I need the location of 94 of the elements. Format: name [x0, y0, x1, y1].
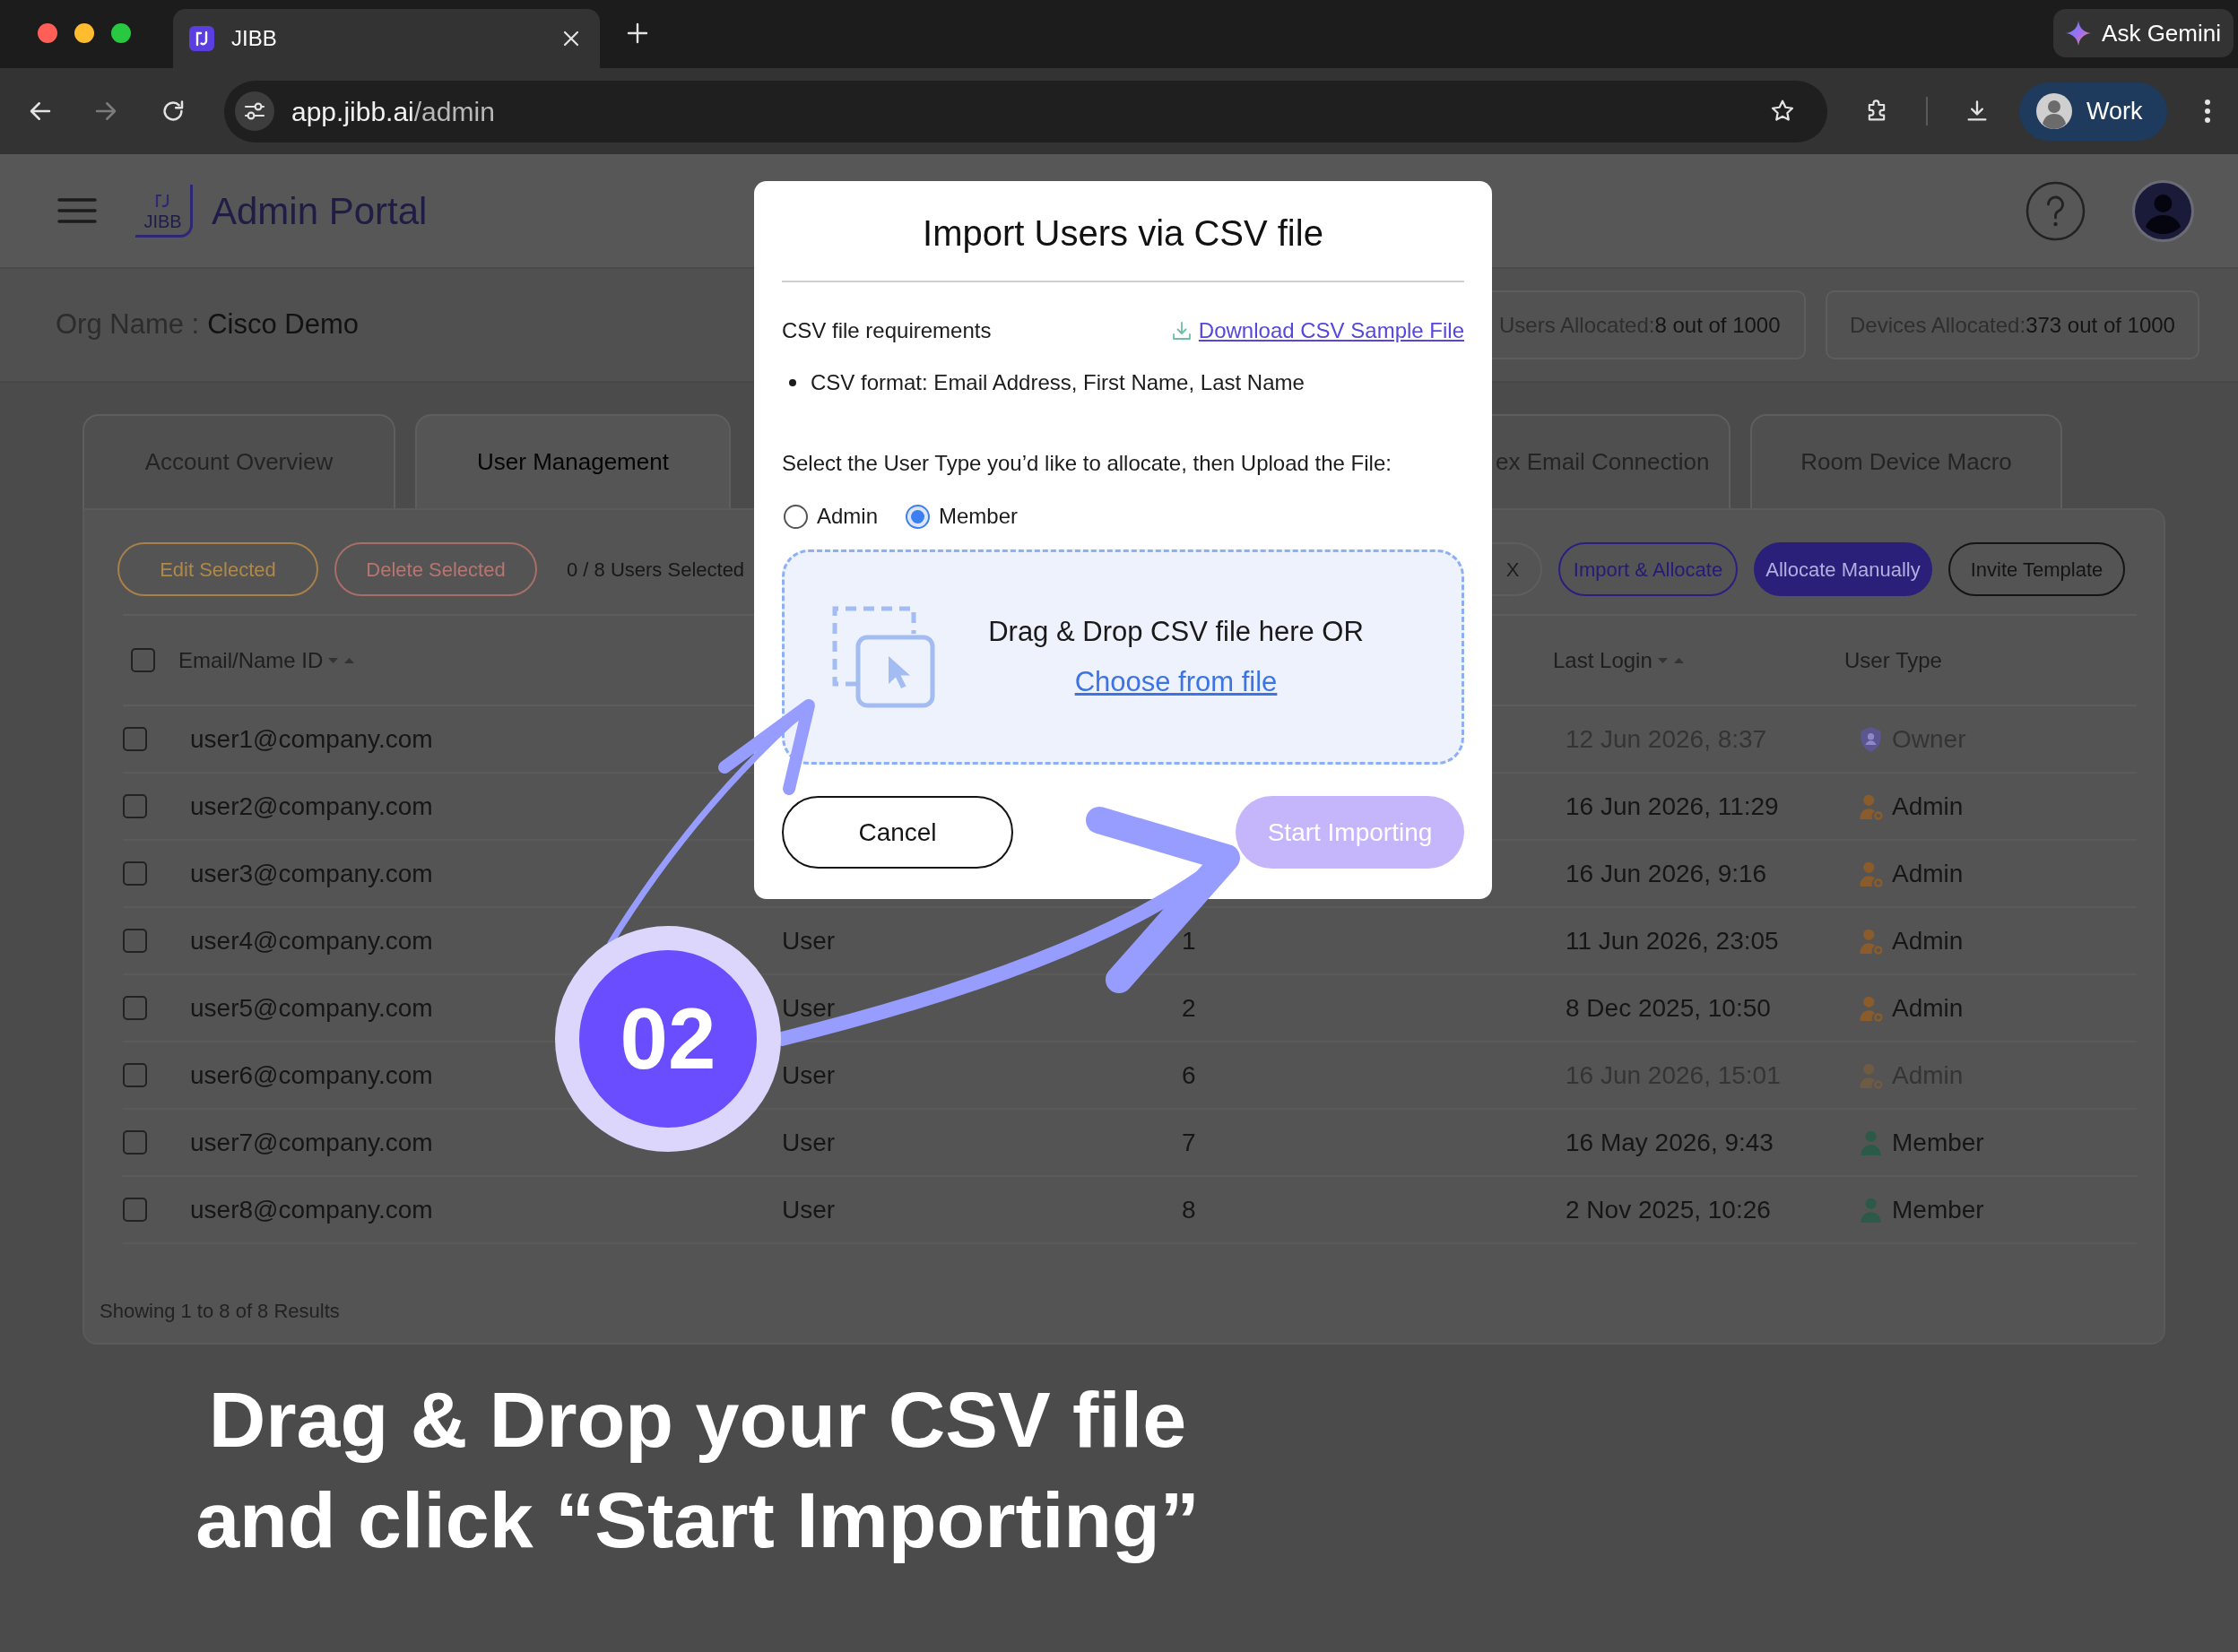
download-icon: [1171, 321, 1192, 341]
site-settings-icon[interactable]: [235, 91, 274, 131]
more-options-icon[interactable]: [2204, 99, 2211, 124]
url-text: app.jibb.ai/admin: [291, 95, 495, 128]
menu-icon[interactable]: [57, 197, 97, 224]
radio-button[interactable]: [906, 504, 931, 529]
edit-selected-button[interactable]: Edit Selected: [117, 542, 318, 596]
table-cell-text: Admin: [1892, 925, 1964, 956]
table-cell-text: user5@company.com: [190, 992, 433, 1024]
table-cell-text: User: [782, 1060, 836, 1091]
zoom-window-icon[interactable]: [111, 23, 131, 43]
table-cell-text: User: [782, 1127, 836, 1158]
table-cell-text: 16 May 2026, 9:43: [1566, 1127, 1774, 1158]
person-ring-icon: [1859, 860, 1883, 887]
logo[interactable]: JIBB: [135, 184, 193, 238]
table-cell-text: User: [782, 1194, 836, 1225]
person-ring-icon: [1859, 994, 1883, 1022]
browser-tab[interactable]: JIBB: [173, 9, 600, 68]
table-cell-text: 2: [1182, 992, 1196, 1024]
table-cell-text: User: [782, 992, 836, 1024]
requirements-heading: CSV file requirements: [782, 317, 992, 344]
person-ring-icon: [1859, 1061, 1883, 1089]
checkbox[interactable]: [123, 861, 147, 886]
drop-zone-text: Drag & Drop CSV file here OR: [988, 614, 1364, 649]
stat-value: 8 out of 1000: [1654, 311, 1781, 339]
table-cell-text: 16 Jun 2026, 9:16: [1566, 858, 1767, 889]
checkbox[interactable]: [123, 1130, 147, 1155]
checkbox[interactable]: [123, 794, 147, 818]
table-cell-text: Member: [1892, 1194, 1984, 1225]
table-cell-text: user1@company.com: [190, 723, 433, 755]
table-cell-text: 6: [1182, 1060, 1196, 1091]
table-cell-text: Member: [1892, 1127, 1984, 1158]
table-cell-text: 2 Nov 2025, 10:26: [1566, 1194, 1771, 1225]
table-cell-text: 16 Jun 2026, 11:29: [1566, 791, 1779, 822]
checkbox[interactable]: [123, 727, 147, 751]
stat-value: 373 out of 1000: [2025, 311, 2175, 339]
plus-icon[interactable]: [627, 22, 648, 44]
favicon-icon: [189, 26, 214, 51]
profile-button[interactable]: Work: [2019, 82, 2167, 141]
requirement-text: CSV format: Email Address, First Name, Last Name: [811, 369, 1305, 396]
allocate-manually-button[interactable]: Allocate Manually: [1754, 542, 1932, 596]
checkbox[interactable]: [123, 996, 147, 1020]
sparkle-icon: [2066, 21, 2092, 46]
instruction-text: Select the User Type you’d like to allocate, then Upload the File:: [782, 450, 1392, 477]
table-cell-text: 8 Dec 2025, 10:50: [1566, 992, 1771, 1024]
table-cell-text: 11 Jun 2026, 23:05: [1566, 925, 1779, 956]
close-icon[interactable]: [563, 30, 579, 47]
import-allocate-button[interactable]: Import & Allocate: [1558, 542, 1738, 596]
caption: Drag & Drop your CSV file and click “Start Importing”: [195, 1374, 1200, 1566]
radio-button[interactable]: [784, 504, 808, 529]
table-cell-text: user2@company.com: [190, 791, 433, 822]
person-ring-icon: [1859, 927, 1883, 955]
address-bar[interactable]: app.jibb.ai/admin: [224, 80, 1827, 143]
table-cell-text: Admin: [1892, 992, 1964, 1024]
minimize-window-icon[interactable]: [74, 23, 94, 43]
close-window-icon[interactable]: [38, 23, 57, 43]
drop-zone[interactable]: Drag & Drop CSV file here OR Choose from file: [782, 549, 1464, 765]
person-icon: [1859, 1129, 1883, 1156]
radio-label: Member: [939, 503, 1019, 530]
table-cell-text: user8@company.com: [190, 1194, 433, 1225]
user-avatar-icon[interactable]: [2132, 179, 2194, 242]
table-cell-text: user4@company.com: [190, 925, 433, 956]
table-cell-text: Admin: [1892, 858, 1964, 889]
table-cell-text: user7@company.com: [190, 1127, 433, 1158]
shield-person-icon: [1859, 725, 1883, 753]
checkbox[interactable]: [123, 1063, 147, 1087]
invite-template-button[interactable]: Invite Template: [1948, 542, 2125, 596]
table-cell-text: User: [782, 925, 836, 956]
table-cell-text: user6@company.com: [190, 1060, 433, 1091]
table-cell-text: user3@company.com: [190, 858, 433, 889]
download-link[interactable]: Download CSV Sample File: [1171, 315, 1464, 347]
person-icon: [1859, 1196, 1883, 1224]
radio-label: Admin: [817, 503, 879, 530]
tab[interactable]: User Management: [415, 414, 731, 508]
ask-gemini-button[interactable]: Ask Gemini: [2053, 9, 2234, 57]
table-cell-text: Admin: [1892, 791, 1964, 822]
org-name-value: Cisco Demo: [207, 307, 360, 342]
help-icon[interactable]: [2025, 180, 2086, 241]
page-title: Admin Portal: [212, 188, 428, 234]
table-cell-text: 1: [1182, 925, 1196, 956]
person-ring-icon: [1859, 792, 1883, 820]
choose-file-link[interactable]: Choose from file: [1074, 662, 1278, 704]
avatar-icon: [2036, 93, 2072, 129]
dialog-title: Import Users via CSV file: [923, 212, 1323, 255]
checkbox[interactable]: [131, 648, 155, 672]
checkbox[interactable]: [123, 929, 147, 953]
table-cell-text: 7: [1182, 1127, 1196, 1158]
table-cell-text: 8: [1182, 1194, 1196, 1225]
cursor-window-icon: [831, 605, 935, 709]
selection-count: 0 / 8 Users Selected: [567, 557, 745, 583]
cancel-button[interactable]: Cancel: [782, 796, 1013, 869]
bullet-icon: [789, 379, 796, 386]
delete-selected-button[interactable]: Delete Selected: [334, 542, 537, 596]
checkbox[interactable]: [123, 1198, 147, 1222]
